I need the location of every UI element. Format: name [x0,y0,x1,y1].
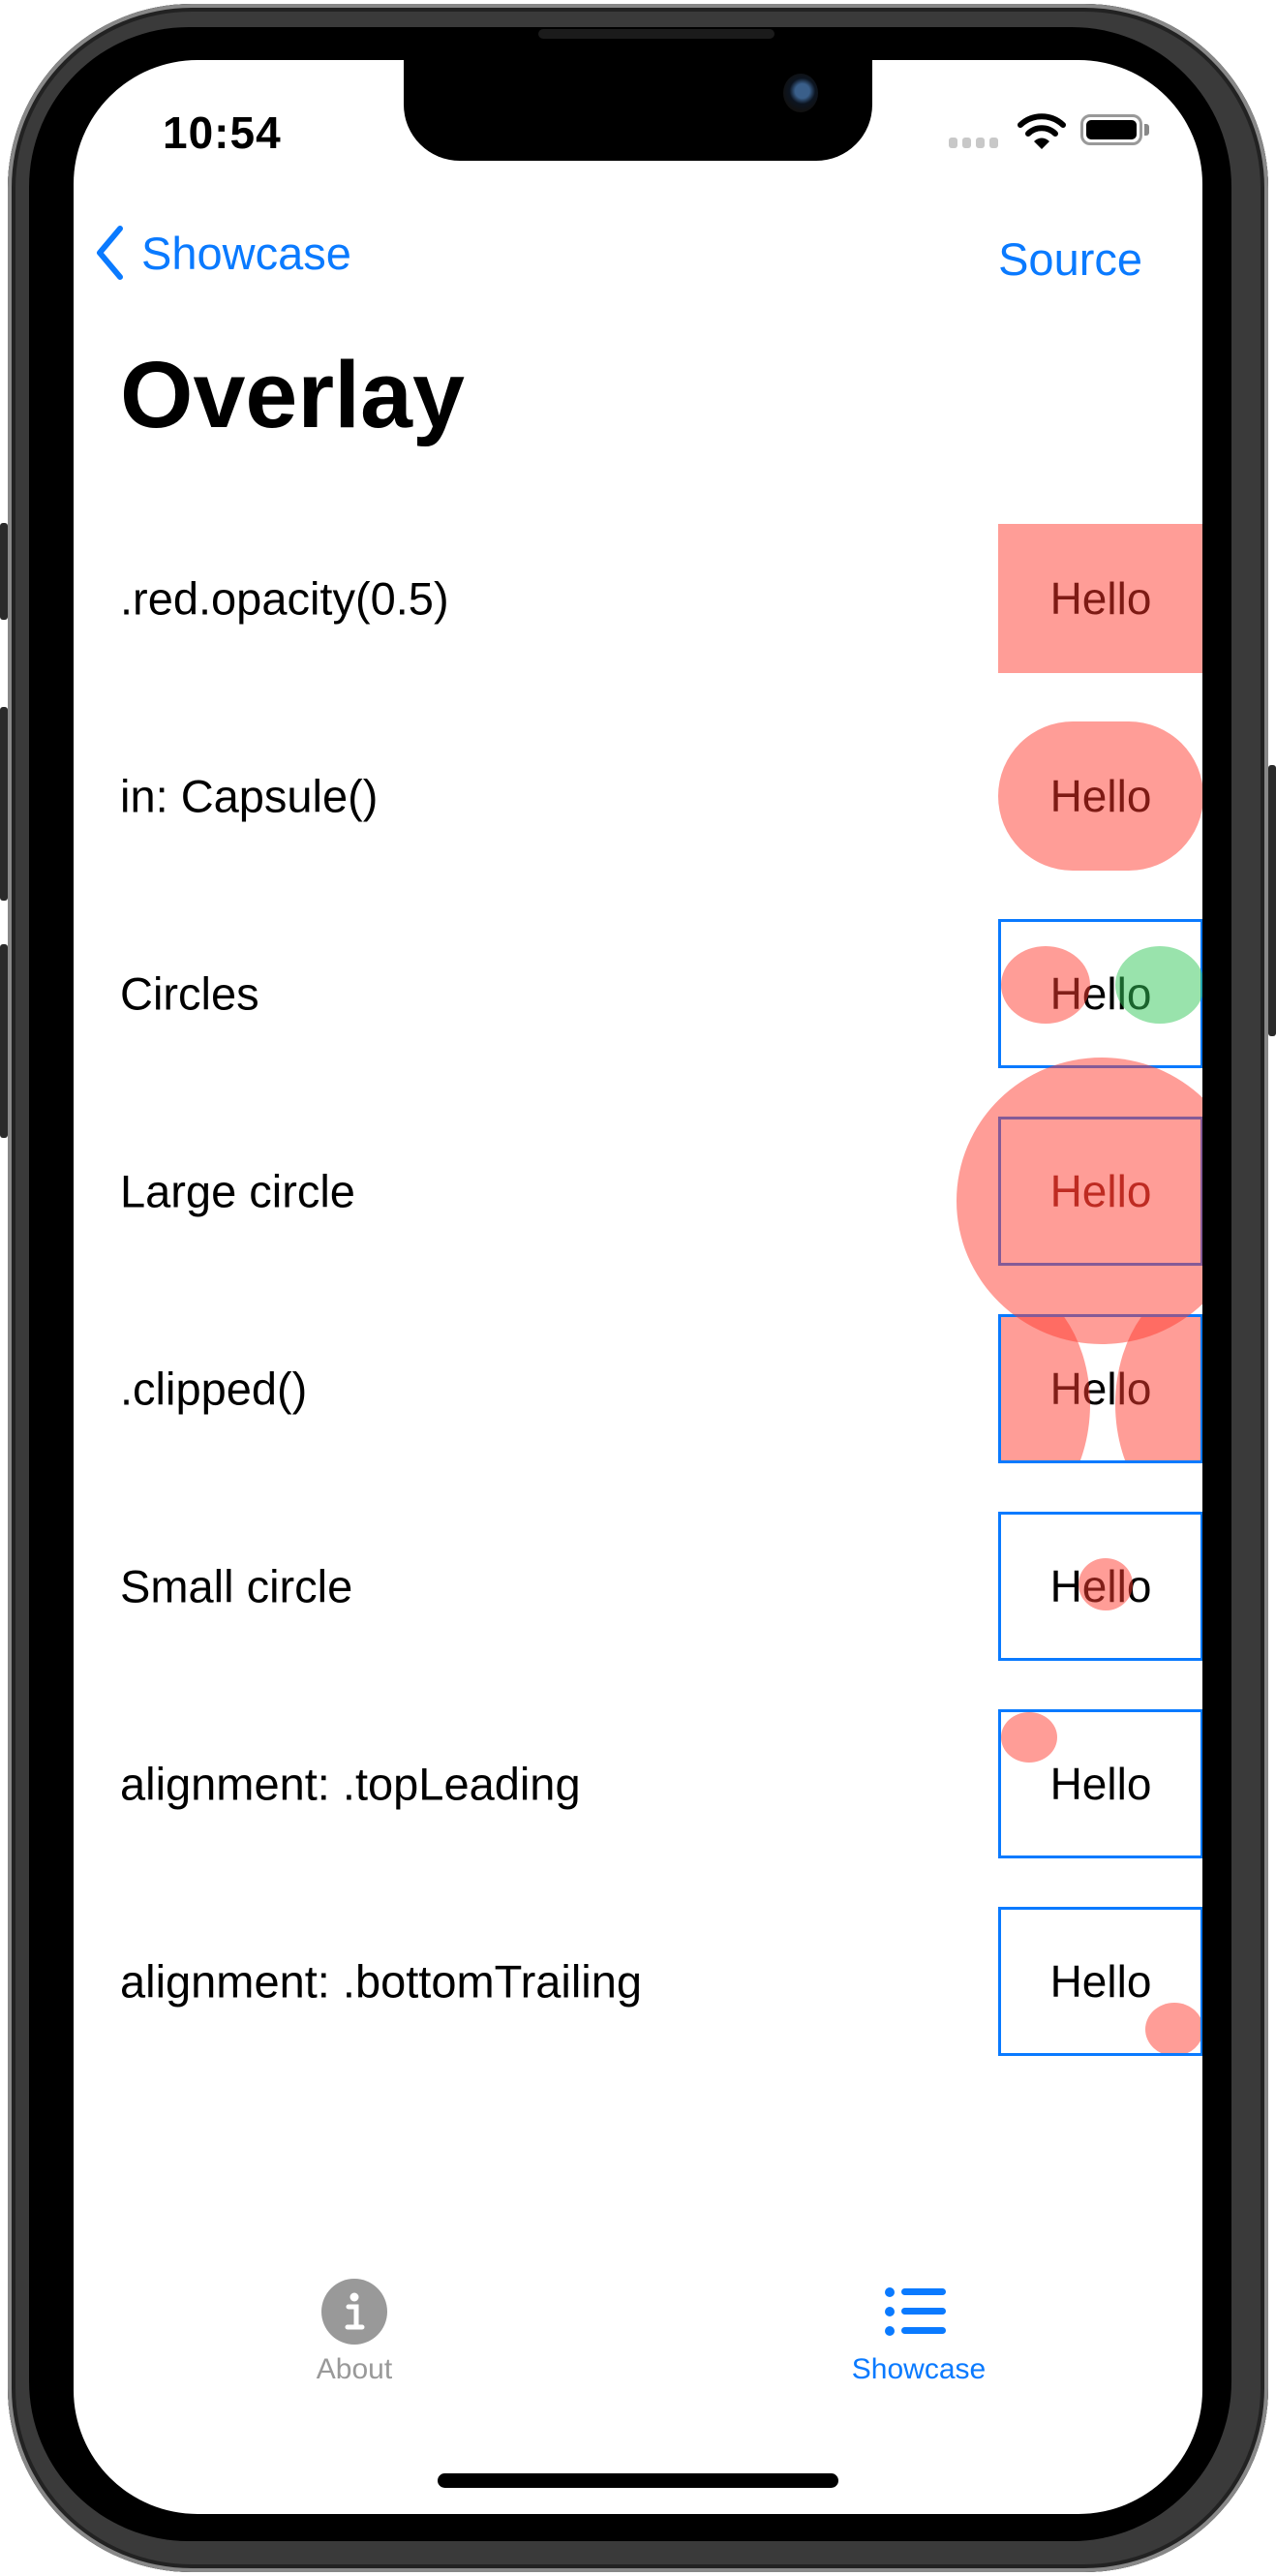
hello-text: Hello [1049,771,1152,821]
row-label: alignment: .topLeading [120,1758,581,1810]
chevron-left-icon [97,226,123,280]
tab-showcase[interactable]: Showcase [774,2278,1064,2386]
small-red-circle-overlay [1079,1558,1133,1610]
list-row-small-circle: Small circle Hello [120,1512,1202,1661]
mute-switch [0,523,8,620]
tab-bar: About Showcase [74,2278,1202,2413]
home-indicator[interactable] [438,2473,838,2488]
list-row-opacity: .red.opacity(0.5) Hello [120,524,1202,673]
notch [404,60,872,161]
back-button[interactable]: Showcase [95,225,351,281]
tab-about-label: About [316,2353,393,2385]
front-camera [783,74,818,112]
wifi-icon [1018,113,1066,149]
list-row-capsule: in: Capsule() Hello [120,721,1202,871]
list-row-large-circle: Large circle Hello [120,1058,1202,1344]
list-row-circles: Circles Hello [120,919,1202,1068]
row-label: Small circle [120,1560,353,1612]
earpiece-speaker [538,29,775,39]
bottom-trailing-circle-overlay [1145,2003,1200,2053]
battery-icon [1080,114,1142,145]
list-row-bottom-trailing: alignment: .bottomTrailing Hello [120,1907,1202,2056]
demo-opacity: Hello [998,524,1202,673]
row-label: alignment: .bottomTrailing [120,1955,643,2008]
source-button[interactable]: Source [998,232,1142,286]
status-time: 10:54 [163,107,282,158]
list-row-top-leading: alignment: .topLeading Hello [120,1709,1202,1858]
list-row-clipped: .clipped() Hello [120,1314,1202,1463]
cellular-signal-icon [949,138,998,148]
row-label: Large circle [120,1165,355,1217]
power-button [1268,765,1276,1036]
hello-text: Hello [1049,573,1152,624]
row-label: .red.opacity(0.5) [120,572,449,625]
red-circle-overlay [1001,946,1090,1024]
back-button-label: Showcase [141,227,351,279]
green-circle-overlay [1115,946,1202,1024]
info-circle-icon [321,2279,387,2345]
demo-small-circle: Hello [998,1512,1202,1661]
row-label: .clipped() [120,1363,308,1415]
row-label: Circles [120,967,259,1020]
demo-circles: Hello [998,919,1202,1068]
volume-down-button [0,944,8,1138]
large-red-circle-overlay [957,1058,1202,1344]
volume-up-button [0,707,8,901]
page-title: Overlay [120,342,465,447]
screen: 10:54 Showcase Source Overlay .red.opaci… [74,60,1202,2514]
list-bullet-icon [885,2287,946,2336]
demo-large-circle: Hello [957,1058,1202,1344]
tab-showcase-label: Showcase [851,2353,987,2385]
top-leading-circle-overlay [1001,1712,1057,1763]
demo-top-leading: Hello [998,1709,1202,1858]
battery-tip [1144,124,1149,136]
demo-bottom-trailing: Hello [998,1907,1202,2056]
row-label: in: Capsule() [120,770,379,822]
tab-about[interactable]: About [209,2278,500,2386]
demo-capsule: Hello [998,721,1202,871]
